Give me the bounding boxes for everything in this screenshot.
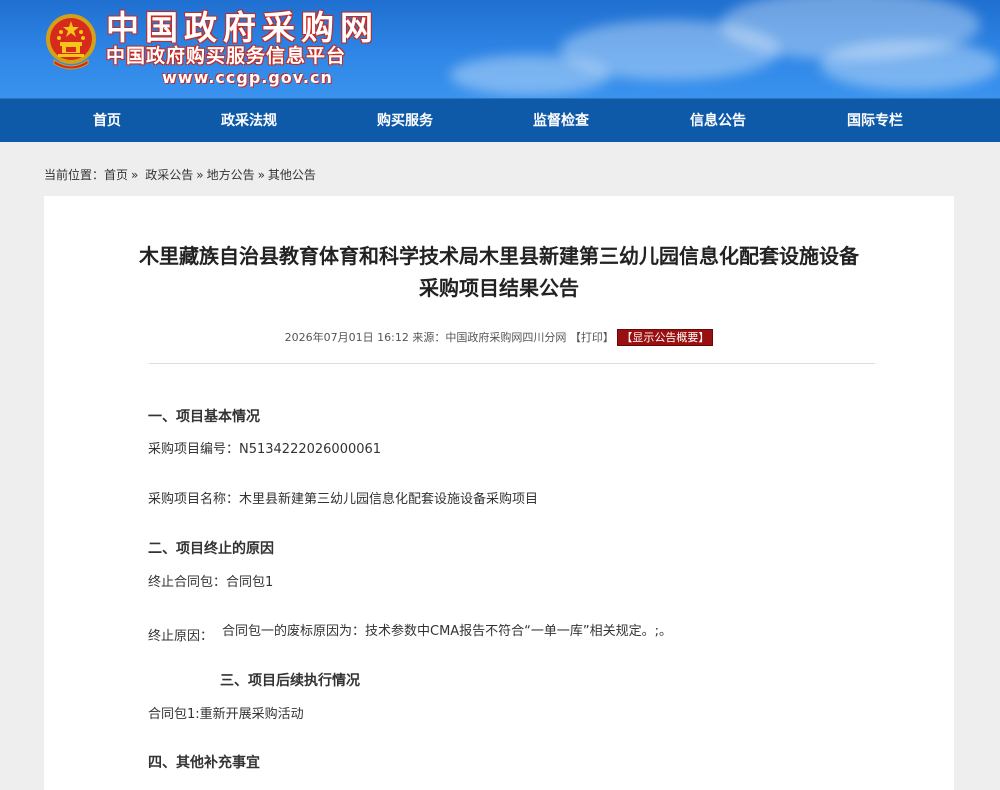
main-nav: 首页 政采法规 购买服务 监督检查 信息公告 国际专栏	[0, 98, 1000, 142]
termination-reason-text: 合同包一的废标原因为：技术参数中CMA报告不符合“一单一库”相关规定。;。	[222, 624, 673, 639]
section-followup-heading: 三、项目后续执行情况	[220, 673, 360, 689]
breadcrumb: 当前位置：首页» 政采公告» 地方公告» 其他公告	[44, 166, 316, 184]
breadcrumb-separator: »	[131, 168, 139, 182]
cloud-decoration	[450, 55, 610, 95]
section-supplementary-heading: 四、其他补充事宜	[148, 755, 260, 771]
national-emblem-icon	[46, 14, 96, 70]
section-termination-heading: 二、项目终止的原因	[148, 541, 274, 557]
nav-purchase-services[interactable]: 购买服务	[355, 99, 455, 143]
breadcrumb-local-announcements[interactable]: 地方公告	[207, 168, 255, 182]
article-title-line1: 木里藏族自治县教育体育和科学技术局木里县新建第三幼儿园信息化配套设施设备	[139, 244, 859, 268]
article-title: 木里藏族自治县教育体育和科学技术局木里县新建第三幼儿园信息化配套设施设备 采购项…	[44, 240, 954, 304]
divider	[149, 363, 875, 364]
show-summary-button[interactable]: 【显示公告概要】	[617, 329, 714, 346]
article-meta: 2026年07月01日 16:12 来源：中国政府采购网四川分网 【打印】 【显…	[44, 329, 954, 346]
site-subtitle: 中国政府购买服务信息平台	[106, 45, 347, 67]
article-panel: 木里藏族自治县教育体育和科学技术局木里县新建第三幼儿园信息化配套设施设备 采购项…	[44, 196, 954, 790]
nav-home[interactable]: 首页	[57, 99, 157, 143]
site-title: 中国政府采购网	[106, 8, 379, 47]
breadcrumb-other-announcements[interactable]: 其他公告	[268, 168, 316, 182]
breadcrumb-label: 当前位置：	[44, 168, 105, 182]
breadcrumb-home[interactable]: 首页	[104, 168, 128, 182]
breadcrumb-procurement-announcements[interactable]: 政采公告	[145, 168, 193, 182]
breadcrumb-separator: »	[257, 168, 265, 182]
nav-regulations[interactable]: 政采法规	[199, 99, 299, 143]
project-name: 采购项目名称：木里县新建第三幼儿园信息化配套设施设备采购项目	[148, 492, 539, 507]
cloud-decoration	[820, 40, 1000, 90]
print-link[interactable]: 【打印】	[570, 331, 614, 344]
project-number: 采购项目编号：N5134222026000061	[148, 442, 382, 457]
source-name: 中国政府采购网四川分网	[445, 331, 567, 344]
breadcrumb-separator: »	[196, 168, 204, 182]
publish-date: 2026年07月01日 16:12	[284, 331, 409, 344]
nav-international[interactable]: 国际专栏	[825, 99, 925, 143]
termination-reason-label: 终止原因：	[148, 629, 214, 644]
section-basic-info-heading: 一、项目基本情况	[148, 409, 260, 425]
nav-announcements[interactable]: 信息公告	[668, 99, 768, 143]
site-header: 中国政府采购网 中国政府购买服务信息平台 www.ccgp.gov.cn	[0, 0, 1000, 98]
followup-text: 合同包1:重新开展采购活动	[148, 707, 304, 722]
source-label: 来源：	[412, 331, 446, 344]
article-title-line2: 采购项目结果公告	[419, 276, 579, 300]
nav-supervision[interactable]: 监督检查	[511, 99, 611, 143]
terminated-package: 终止合同包：合同包1	[148, 575, 274, 590]
site-url: www.ccgp.gov.cn	[162, 68, 333, 87]
